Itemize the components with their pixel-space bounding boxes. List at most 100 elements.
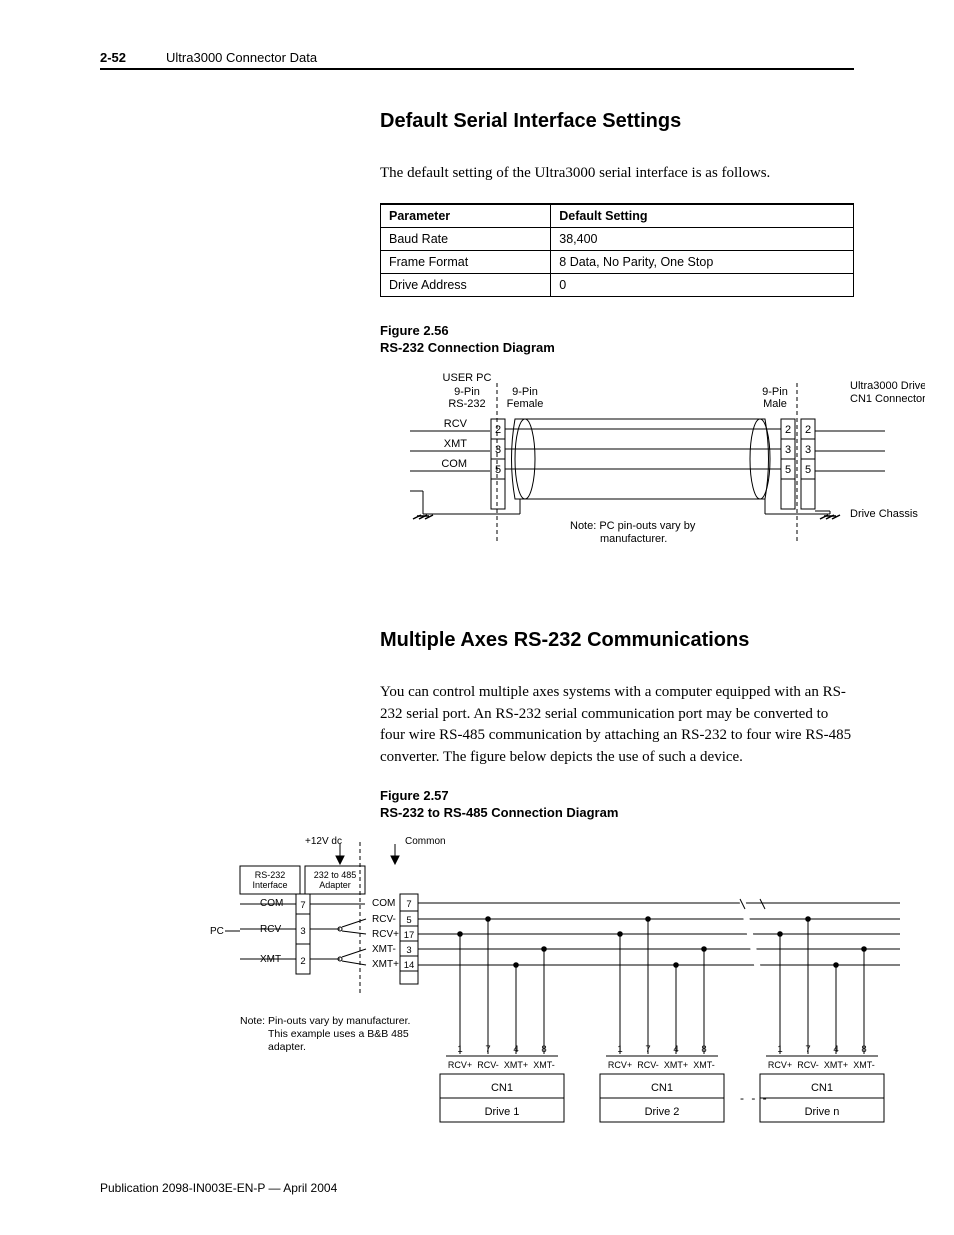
fig257-caption: Figure 2.57 RS-232 to RS-485 Connection … bbox=[380, 787, 854, 822]
svg-text:Note: Pin-outs vary by manufac: Note: Pin-outs vary by manufacturer. bbox=[240, 1015, 410, 1027]
svg-text:XMT-: XMT- bbox=[853, 1060, 875, 1070]
svg-text:Drive n: Drive n bbox=[805, 1106, 840, 1118]
svg-text:XMT-: XMT- bbox=[372, 944, 396, 955]
svg-text:4: 4 bbox=[673, 1044, 678, 1055]
svg-text:2: 2 bbox=[300, 956, 305, 967]
svg-text:7: 7 bbox=[406, 899, 411, 910]
svg-text:3: 3 bbox=[785, 444, 791, 456]
svg-text:2: 2 bbox=[495, 424, 501, 436]
svg-text:232 to 485: 232 to 485 bbox=[314, 870, 357, 880]
svg-text:RCV+: RCV+ bbox=[448, 1060, 472, 1070]
table-row: Baud Rate 38,400 bbox=[381, 227, 854, 250]
svg-text:RCV-: RCV- bbox=[477, 1060, 499, 1070]
page-header: 2-52 Ultra3000 Connector Data bbox=[100, 50, 854, 70]
cell: 0 bbox=[551, 273, 854, 296]
svg-text:manufacturer.: manufacturer. bbox=[600, 533, 667, 545]
svg-text:3: 3 bbox=[495, 444, 501, 456]
svg-text:CN1: CN1 bbox=[491, 1082, 513, 1094]
svg-text:PC: PC bbox=[210, 926, 224, 937]
fig257-title: RS-232 to RS-485 Connection Diagram bbox=[380, 805, 618, 820]
svg-text:Adapter: Adapter bbox=[319, 880, 351, 890]
svg-text:CN1: CN1 bbox=[811, 1082, 833, 1094]
section1-intro: The default setting of the Ultra3000 ser… bbox=[380, 163, 854, 185]
svg-text:5: 5 bbox=[785, 464, 791, 476]
svg-text:Interface: Interface bbox=[252, 880, 287, 890]
svg-text:8: 8 bbox=[861, 1044, 866, 1055]
fig257-num: Figure 2.57 bbox=[380, 788, 449, 803]
table-row: Frame Format 8 Data, No Parity, One Stop bbox=[381, 250, 854, 273]
svg-text:8: 8 bbox=[701, 1044, 706, 1055]
svg-text:RS-232: RS-232 bbox=[448, 398, 485, 410]
svg-text:Drive 2: Drive 2 bbox=[645, 1106, 680, 1118]
svg-text:XMT+: XMT+ bbox=[372, 959, 399, 970]
page-footer: Publication 2098-IN003E-EN-P — April 200… bbox=[100, 1181, 337, 1195]
cell: 38,400 bbox=[551, 227, 854, 250]
svg-text:Female: Female bbox=[507, 398, 544, 410]
svg-text:5: 5 bbox=[805, 464, 811, 476]
svg-text:7: 7 bbox=[485, 1044, 490, 1055]
svg-text:Male: Male bbox=[763, 398, 787, 410]
svg-text:XMT+: XMT+ bbox=[824, 1060, 848, 1070]
svg-text:XMT+: XMT+ bbox=[664, 1060, 688, 1070]
svg-text:1: 1 bbox=[457, 1044, 462, 1055]
cell: Frame Format bbox=[381, 250, 551, 273]
section2-body: You can control multiple axes systems wi… bbox=[380, 682, 854, 769]
svg-text:CN1 Connector: CN1 Connector bbox=[850, 393, 925, 405]
svg-text:17: 17 bbox=[404, 930, 415, 941]
svg-text:4: 4 bbox=[513, 1044, 518, 1055]
svg-text:Drive Chassis: Drive Chassis bbox=[850, 508, 918, 520]
svg-text:Ultra3000 Drive: Ultra3000 Drive bbox=[850, 380, 925, 392]
svg-text:9-Pin: 9-Pin bbox=[454, 386, 480, 398]
svg-text:adapter.: adapter. bbox=[268, 1041, 306, 1053]
svg-text:3: 3 bbox=[406, 945, 411, 956]
page-number: 2-52 bbox=[100, 50, 126, 65]
label-user-pc: USER PC bbox=[443, 372, 492, 384]
svg-text:XMT-: XMT- bbox=[693, 1060, 715, 1070]
svg-text:+12V dc: +12V dc bbox=[305, 836, 342, 847]
svg-text:1: 1 bbox=[617, 1044, 622, 1055]
fig256-num: Figure 2.56 bbox=[380, 323, 449, 338]
svg-text:5: 5 bbox=[406, 915, 411, 926]
cell: Baud Rate bbox=[381, 227, 551, 250]
svg-text:7: 7 bbox=[645, 1044, 650, 1055]
svg-text:Common: Common bbox=[405, 836, 446, 847]
svg-text:RCV+: RCV+ bbox=[768, 1060, 792, 1070]
cell: Drive Address bbox=[381, 273, 551, 296]
svg-text:RCV-: RCV- bbox=[637, 1060, 659, 1070]
svg-text:9-Pin: 9-Pin bbox=[762, 386, 788, 398]
svg-text:RCV+: RCV+ bbox=[372, 929, 399, 940]
svg-text:7: 7 bbox=[805, 1044, 810, 1055]
svg-text:5: 5 bbox=[495, 464, 501, 476]
svg-text:4: 4 bbox=[833, 1044, 838, 1055]
svg-text:1: 1 bbox=[777, 1044, 782, 1055]
svg-text:14: 14 bbox=[404, 960, 415, 971]
heading-multi-axes: Multiple Axes RS-232 Communications bbox=[380, 629, 854, 652]
heading-default-serial: Default Serial Interface Settings bbox=[380, 110, 854, 133]
svg-text:2: 2 bbox=[805, 424, 811, 436]
svg-text:RCV+: RCV+ bbox=[608, 1060, 632, 1070]
fig256-caption: Figure 2.56 RS-232 Connection Diagram bbox=[380, 322, 854, 357]
svg-text:9-Pin: 9-Pin bbox=[512, 386, 538, 398]
svg-text:3: 3 bbox=[300, 926, 305, 937]
svg-text:Note: PC pin-outs vary by: Note: PC pin-outs vary by bbox=[570, 520, 696, 532]
svg-text:8: 8 bbox=[541, 1044, 546, 1055]
svg-text:XMT+: XMT+ bbox=[504, 1060, 528, 1070]
svg-text:XMT: XMT bbox=[444, 438, 468, 450]
page-section: Ultra3000 Connector Data bbox=[166, 50, 317, 65]
fig257-diagram: +12V dc Common RS-232 Interface 232 to 4… bbox=[200, 834, 854, 1159]
svg-text:COM: COM bbox=[372, 898, 395, 909]
svg-text:COM: COM bbox=[441, 458, 467, 470]
svg-text:CN1: CN1 bbox=[651, 1082, 673, 1094]
svg-text:Drive 1: Drive 1 bbox=[485, 1106, 520, 1118]
svg-text:2: 2 bbox=[785, 424, 791, 436]
svg-text:3: 3 bbox=[805, 444, 811, 456]
th-parameter: Parameter bbox=[381, 204, 551, 228]
th-default-setting: Default Setting bbox=[551, 204, 854, 228]
cell: 8 Data, No Parity, One Stop bbox=[551, 250, 854, 273]
svg-text:RCV: RCV bbox=[444, 418, 468, 430]
svg-text:RCV-: RCV- bbox=[797, 1060, 819, 1070]
table-row: Drive Address 0 bbox=[381, 273, 854, 296]
fig256-title: RS-232 Connection Diagram bbox=[380, 340, 555, 355]
default-settings-table: Parameter Default Setting Baud Rate 38,4… bbox=[380, 203, 854, 297]
svg-text:This example uses a B&B 485: This example uses a B&B 485 bbox=[268, 1028, 409, 1040]
